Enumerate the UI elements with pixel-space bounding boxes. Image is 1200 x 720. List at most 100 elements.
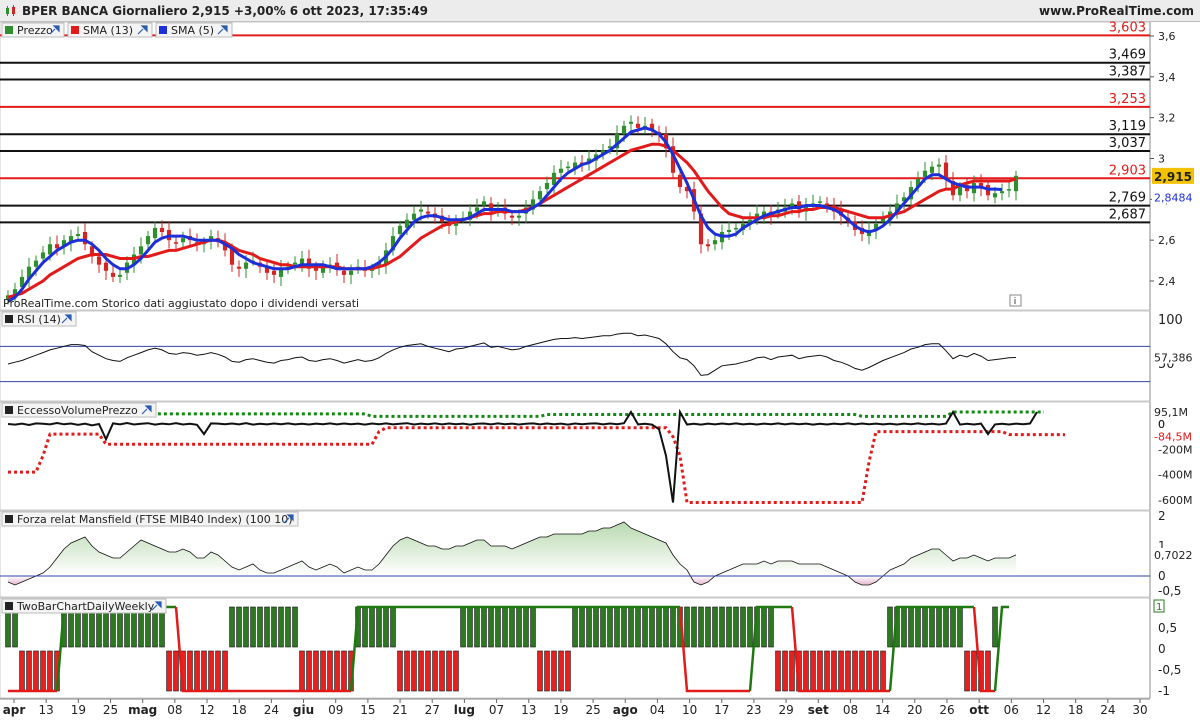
- twobar-bar-up: [936, 606, 942, 648]
- twobar-bar-up: [614, 606, 620, 648]
- twobar-bar-up: [915, 606, 921, 648]
- twobar-bar-up: [530, 606, 536, 648]
- twobar-bar-down: [432, 650, 438, 692]
- candle-body: [47, 244, 53, 255]
- volume-legend-label: EccessoVolumePrezzo: [17, 404, 138, 417]
- twobar-bar-down: [320, 650, 326, 692]
- twobar-bar-up: [495, 606, 501, 648]
- twobar-bar-up: [929, 606, 935, 648]
- x-tick-label: 27: [425, 703, 440, 717]
- candle-body: [628, 121, 634, 124]
- volume-last-lower: -84,5M: [1154, 431, 1192, 444]
- candle-body: [117, 274, 123, 277]
- twobar-bar-up: [243, 606, 249, 648]
- twobar-ytick-label: -0,5: [1158, 663, 1181, 677]
- twobar-bar-down: [817, 650, 823, 692]
- legend-sma5-label: SMA (5): [171, 24, 214, 37]
- candle-body: [145, 236, 151, 245]
- level-label: 3,119: [1109, 119, 1146, 134]
- twobar-bar-up: [390, 606, 396, 648]
- twobar-bar-up: [460, 606, 466, 648]
- twobar-bar-down: [803, 650, 809, 692]
- x-tick-label: 23: [746, 703, 761, 717]
- twobar-bar-down: [852, 650, 858, 692]
- legend-sma5-swatch: [159, 26, 167, 34]
- x-tick-label: 24: [1100, 703, 1115, 717]
- candle-body: [138, 246, 144, 255]
- mansfield-ytick-label: 2: [1158, 509, 1166, 523]
- twobar-bar-up: [705, 606, 711, 648]
- x-tick-label: 24: [264, 703, 279, 717]
- twobar-weekly-line: [972, 606, 995, 693]
- x-tick-label: 17: [714, 703, 729, 717]
- price-ytick-label: 2,6: [1158, 234, 1176, 247]
- volume-lower-line: [8, 426, 1066, 504]
- x-tick-label: 13: [39, 703, 54, 717]
- x-tick-label: 07: [489, 703, 504, 717]
- x-tick-label: 08: [167, 703, 182, 717]
- candle-body: [509, 215, 515, 218]
- data-note: ProRealTime.com Storico dati aggiustato …: [3, 297, 359, 310]
- twobar-bar-up: [572, 606, 578, 648]
- candle-body: [474, 207, 480, 212]
- twobar-bar-up: [747, 606, 753, 648]
- volume-upper-line: [8, 410, 1044, 418]
- volume-ytick-label: -600M: [1158, 494, 1192, 507]
- twobar-bar-down: [166, 650, 172, 692]
- mansfield-ytick-label: 0: [1158, 569, 1166, 583]
- twobar-bar-down: [873, 650, 879, 692]
- x-tick-label: giu: [293, 703, 314, 717]
- x-tick-label: 12: [199, 703, 214, 717]
- candle-body: [824, 203, 830, 206]
- rsi-ytick-label: 100: [1158, 313, 1183, 328]
- twobar-bar-down: [831, 650, 837, 692]
- twobar-bar-up: [383, 606, 389, 648]
- twobar-bar-up: [663, 606, 669, 648]
- volume-main-line: [7, 408, 1038, 503]
- twobar-bar-up: [292, 606, 298, 648]
- candle-body: [621, 125, 627, 134]
- twobar-bar-down: [845, 650, 851, 692]
- candle-body: [348, 270, 354, 275]
- candle-body: [537, 191, 543, 200]
- x-tick-label: set: [808, 703, 829, 717]
- twobar-bar-up: [922, 606, 928, 648]
- twobar-bar-up: [488, 606, 494, 648]
- twobar-bar-down: [26, 650, 32, 692]
- twobar-bar-up: [481, 606, 487, 648]
- candle-body: [516, 215, 522, 218]
- candle-body: [544, 183, 550, 190]
- twobar-bar-up: [908, 606, 914, 648]
- twobar-bar-down: [782, 650, 788, 692]
- twobar-bar-down: [824, 650, 830, 692]
- x-tick-label: 12: [1036, 703, 1051, 717]
- level-label: 2,903: [1109, 163, 1146, 178]
- twobar-ytick-label: 0: [1158, 642, 1166, 656]
- twobar-bar-down: [222, 650, 228, 692]
- rsi-legend-label: RSI (14): [17, 313, 61, 326]
- candle-body: [341, 270, 347, 275]
- twobar-ytick-label: 0,5: [1158, 621, 1177, 635]
- x-tick-label: 09: [328, 703, 343, 717]
- candle-body: [271, 270, 277, 275]
- mansfield-legend-swatch: [5, 515, 13, 523]
- mansfield-legend-label: Forza relat Mansfield (FTSE MIB40 Index)…: [17, 513, 293, 526]
- twobar-bar-up: [509, 606, 515, 648]
- x-tick-label: 26: [939, 703, 954, 717]
- twobar-bar-down: [418, 650, 424, 692]
- candle-body: [481, 201, 487, 206]
- twobar-bar-up: [992, 606, 998, 648]
- twobar-bar-up: [740, 606, 746, 648]
- candle-body: [733, 227, 739, 230]
- twobar-bar-up: [957, 606, 963, 648]
- mansfield-area-negative: [8, 576, 1016, 585]
- twobar-bar-up: [236, 606, 242, 648]
- twobar-bar-down: [173, 650, 179, 692]
- x-tick-label: 19: [71, 703, 86, 717]
- candle-body: [992, 193, 998, 198]
- twobar-bar-down: [411, 650, 417, 692]
- legend-sma13-swatch: [71, 26, 79, 34]
- x-tick-label: 15: [360, 703, 375, 717]
- twobar-bar-up: [691, 606, 697, 648]
- volume-last-zero: 0: [1158, 418, 1165, 431]
